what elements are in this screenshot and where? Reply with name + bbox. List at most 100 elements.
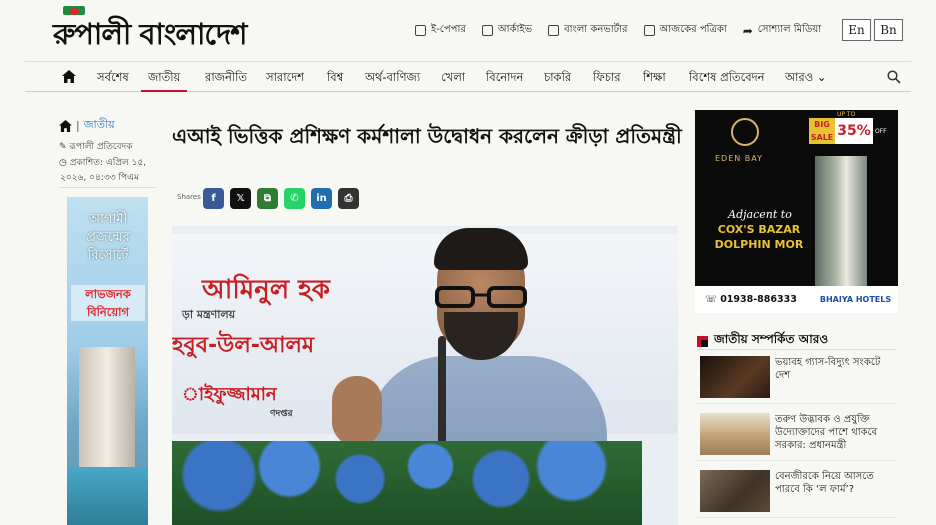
- toplink-label: সোশ্যাল মিডিয়া: [757, 24, 822, 35]
- ad-tower-image: [815, 156, 867, 294]
- logo-red-mark: [69, 8, 79, 15]
- facebook-share-button[interactable]: f: [203, 188, 224, 209]
- site-header: রুপালী বাংলাদেশ ই-পেপার আর্কাইভ বাংলা কন…: [25, 0, 911, 60]
- nav-item-feature[interactable]: ফিচার: [593, 62, 621, 92]
- breadcrumb: | জাতীয়: [59, 116, 115, 135]
- clock-icon: ◷: [59, 158, 67, 168]
- paper-icon: [643, 25, 655, 36]
- nav-item-latest[interactable]: সর্বশেষ: [97, 62, 129, 92]
- toplink-label: আর্কাইভ: [497, 24, 533, 35]
- toplink-archive[interactable]: আর্কাইভ: [481, 22, 533, 39]
- search-icon[interactable]: [887, 70, 901, 84]
- ad-percent: 35%: [835, 118, 873, 144]
- nav-item-sports[interactable]: খেলা: [441, 62, 465, 92]
- section-mark-icon: [697, 335, 708, 347]
- main-nav: সর্বশেষ জাতীয় রাজনীতি সারাদেশ বিশ্ব অর্…: [25, 61, 911, 92]
- banner-line: ণদপ্তর: [270, 409, 293, 419]
- related-item[interactable]: তরুণ উদ্ভাবক ও প্রযুক্তি উদ্যোক্তাদের পা…: [697, 409, 897, 461]
- banner-line: াইফুজ্জামান: [182, 384, 277, 405]
- left-ad-headline: আগামী প্রজন্মের রিসোর্টে: [86, 212, 130, 263]
- pen-icon: ✎: [59, 142, 67, 152]
- linkedin-share-button[interactable]: in: [311, 188, 332, 209]
- banner-line: হবুব-উল-আলম: [172, 333, 315, 358]
- edenbay-emblem-icon: [731, 118, 759, 146]
- chevron-down-icon: ⌄: [813, 70, 827, 84]
- ad-phone-number: 01938-886333: [720, 294, 797, 305]
- phone-icon: ☏: [705, 294, 721, 305]
- related-item-title[interactable]: তরুণ উদ্ভাবক ও প্রযুক্তি উদ্যোক্তাদের পা…: [775, 413, 895, 452]
- logo-text: রুপালী বাংলাদেশ: [53, 17, 247, 51]
- related-divider: [697, 349, 897, 350]
- nav-item-world[interactable]: বিশ্ব: [327, 62, 343, 92]
- site-logo[interactable]: রুপালী বাংলাদেশ: [53, 6, 247, 61]
- nav-item-education[interactable]: শিক্ষা: [643, 62, 666, 92]
- toplink-label: আজকের পত্রিকা: [659, 24, 727, 35]
- related-item-title[interactable]: বেনজীরকে নিয়ে আসতে পারবে কি ‘ল ফার্ম’?: [775, 470, 895, 496]
- whatsapp-share-button[interactable]: ✆: [284, 188, 305, 209]
- nav-item-special-report[interactable]: বিশেষ প্রতিবেদন: [689, 62, 765, 92]
- print-button[interactable]: ⎙: [338, 188, 359, 209]
- hero-flower-arrangement: [172, 441, 642, 525]
- article-hero-image: আমিনুল হক ড়া মন্ত্রণালয় হবুব-উল-আলম াই…: [172, 226, 678, 525]
- ad-partner: BHAIYA HOTELS: [813, 286, 898, 313]
- toplink-converter[interactable]: বাংলা কনভার্টার: [548, 22, 628, 39]
- nav-item-country[interactable]: সারাদেশ: [266, 62, 304, 92]
- toplink-label: বাংলা কনভার্টার: [564, 24, 628, 35]
- newspaper-icon: [415, 25, 426, 36]
- related-item[interactable]: বেনজীরকে নিয়ে আসতে পারবে কি ‘ল ফার্ম’?: [697, 466, 897, 518]
- nav-item-business[interactable]: অর্থ-বাণিজ্য: [365, 62, 420, 92]
- top-links: ই-পেপার আর্কাইভ বাংলা কনভার্টার আজকের পত…: [415, 22, 821, 39]
- toplink-today-paper[interactable]: আজকের পত্রিকা: [643, 22, 727, 39]
- ad-sale-badge: BIG SALE: [809, 118, 835, 144]
- ad-brand: EDEN BAY: [714, 154, 764, 163]
- toplink-epaper[interactable]: ই-পেপার: [415, 22, 466, 39]
- speaker-hand: [332, 376, 382, 446]
- related-item[interactable]: ভয়াবহ গ্যাস-বিদ্যুৎ সংকটে দেশ: [697, 352, 897, 404]
- x-share-button[interactable]: 𝕏: [230, 188, 251, 209]
- published-line-2: ২০২৬, ০৪:৩৩ পিএম: [60, 173, 139, 183]
- folder-icon: [481, 25, 493, 36]
- breadcrumb-section[interactable]: জাতীয়: [84, 116, 115, 135]
- lang-bn-button[interactable]: Bn: [874, 19, 903, 41]
- related-thumbnail: [700, 413, 770, 455]
- article-title: এআই ভিত্তিক প্রশিক্ষণ কর্মশালা উদ্বোধন ক…: [172, 124, 682, 148]
- nav-item-entertainment[interactable]: বিনোদন: [486, 62, 523, 92]
- published-line: ◷ প্রকাশিত: এপ্রিল ১৫,: [59, 155, 146, 170]
- home-icon[interactable]: [62, 70, 76, 83]
- left-ad-tagline: লাভজনক বিনিয়োগ: [71, 285, 145, 321]
- related-heading-text: জাতীয় সম্পর্কিত আরও: [714, 332, 829, 346]
- left-ad-building: [79, 347, 135, 467]
- toplink-label: ই-পেপার: [431, 24, 466, 35]
- share-arrow-icon: ➦: [742, 23, 753, 38]
- copy-link-button[interactable]: ⧉: [257, 188, 278, 209]
- breadcrumb-separator: |: [76, 119, 80, 132]
- shares-label: Shares: [177, 193, 201, 201]
- nav-item-more[interactable]: আরও ⌄: [785, 62, 827, 92]
- banner-line: ড়া মন্ত্রণালয়: [182, 308, 236, 321]
- ad-off: OFF: [875, 128, 887, 135]
- left-advertisement[interactable]: আগামী প্রজন্মের রিসোর্টে লাভজনক বিনিয়োগ: [67, 197, 148, 525]
- related-thumbnail: [700, 470, 770, 512]
- speaker-glasses: [435, 286, 527, 308]
- ad-location: COX'S BAZAR DOLPHIN MOR: [714, 223, 804, 251]
- ad-upto: UP TO: [837, 111, 856, 118]
- toplink-social[interactable]: ➦ সোশ্যাল মিডিয়া: [743, 22, 821, 39]
- nav-more-label: আরও: [785, 70, 814, 84]
- ad-adjacent: Adjacent to: [728, 208, 792, 221]
- right-advertisement[interactable]: EDEN BAY BIG SALE UP TO 35% OFF Adjacent…: [695, 110, 898, 313]
- related-thumbnail: [700, 356, 770, 398]
- published-text-1: প্রকাশিত: এপ্রিল ১৫,: [69, 158, 147, 168]
- left-ad-pool: [67, 467, 148, 525]
- lang-en-button[interactable]: En: [842, 19, 871, 41]
- nav-item-jobs[interactable]: চাকরি: [544, 62, 571, 92]
- author-line: ✎ রূপালী প্রতিবেদক: [59, 139, 133, 154]
- related-item-title[interactable]: ভয়াবহ গ্যাস-বিদ্যুৎ সংকটে দেশ: [775, 356, 895, 382]
- meta-divider: [59, 187, 155, 188]
- home-icon[interactable]: [59, 119, 72, 132]
- related-heading: জাতীয় সম্পর্কিত আরও: [697, 331, 828, 351]
- speaker-hair: [434, 228, 528, 270]
- nav-item-politics[interactable]: রাজনীতি: [205, 62, 247, 92]
- document-icon: [548, 25, 560, 36]
- author-name[interactable]: রূপালী প্রতিবেদক: [69, 142, 132, 152]
- nav-item-national[interactable]: জাতীয়: [141, 62, 188, 92]
